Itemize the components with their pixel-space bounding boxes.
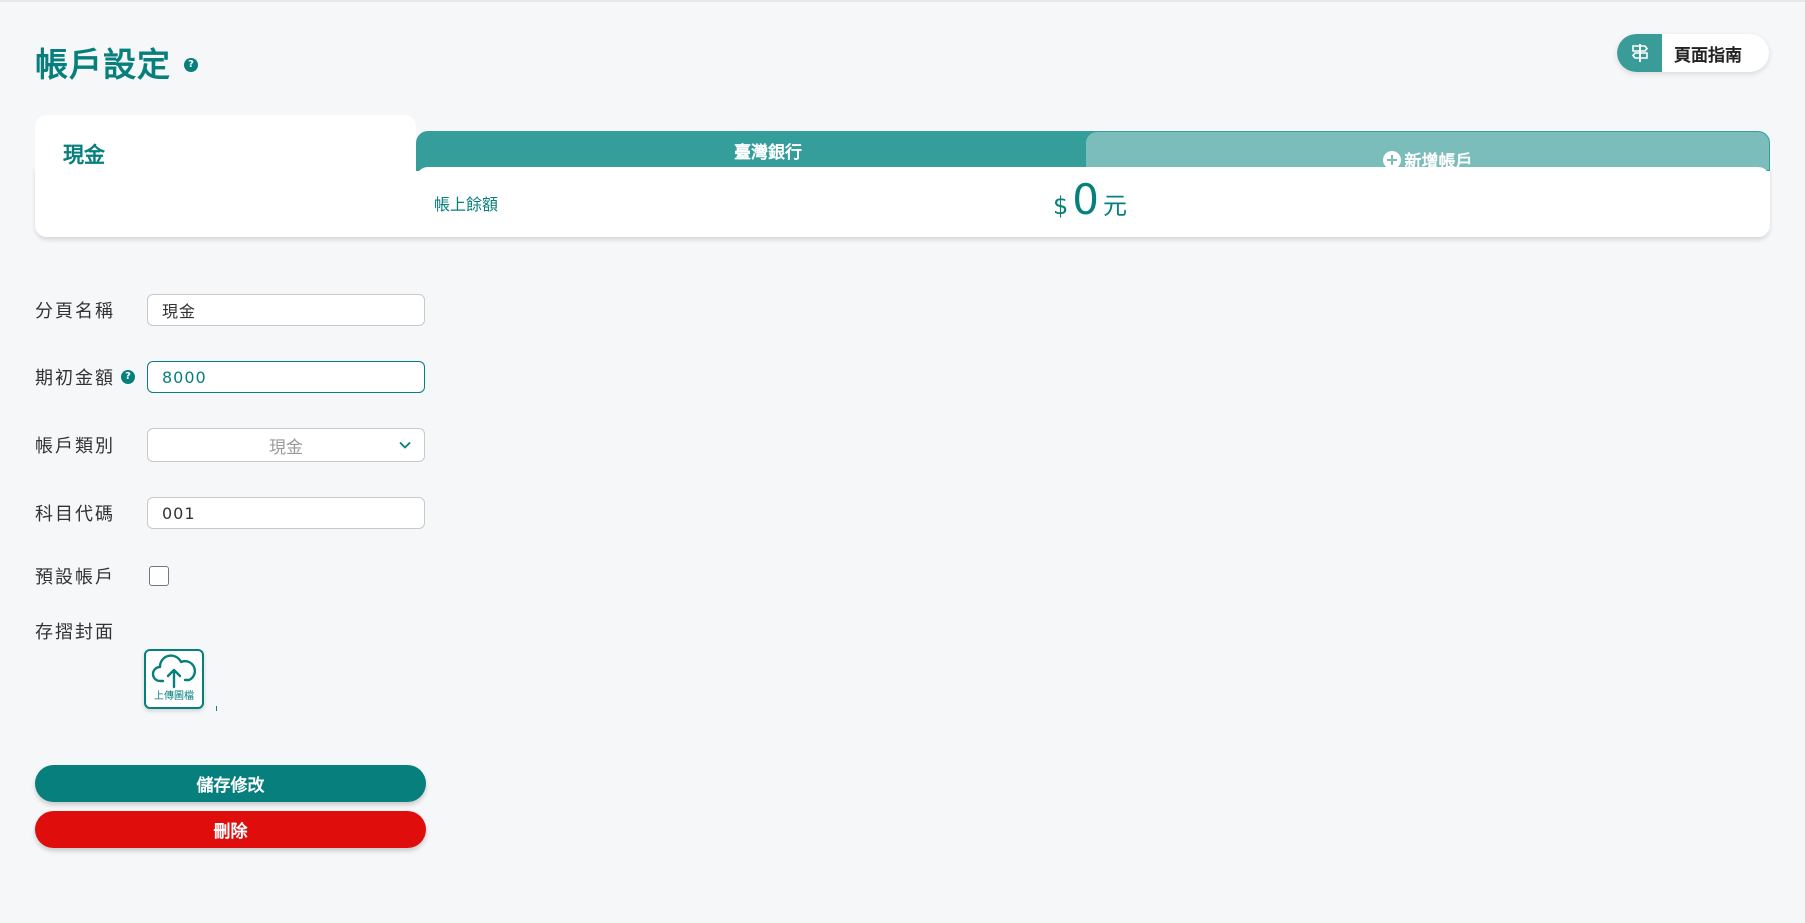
balance-panel: 帳上餘額 $ 0 元: [416, 167, 1770, 237]
upload-image-button[interactable]: 上傳圖檔: [144, 649, 204, 709]
delete-button[interactable]: 刪除: [35, 811, 426, 848]
tab-name-label: 分頁名稱: [35, 297, 147, 323]
tab-taiwan-bank-label: 臺灣銀行: [734, 143, 802, 163]
balance-value: 0: [1072, 175, 1100, 224]
tab-cash[interactable]: 現金: [35, 115, 416, 237]
tab-taiwan-bank[interactable]: 臺灣銀行: [416, 131, 1120, 171]
account-type-select[interactable]: 現金: [147, 428, 425, 462]
tab-cash-label: 現金: [63, 143, 105, 167]
question-circle-icon[interactable]: ?: [121, 370, 135, 384]
passbook-cover-label: 存摺封面: [35, 618, 147, 644]
row-passbook-cover: 存摺封面: [35, 618, 147, 644]
passbook-cover-label-text: 存摺封面: [35, 622, 115, 643]
question-circle-icon[interactable]: ?: [184, 58, 198, 72]
account-type-value: 現金: [269, 437, 303, 458]
balance-label: 帳上餘額: [434, 195, 499, 214]
initial-amount-label-text: 期初金額: [35, 368, 115, 389]
tab-name-label-text: 分頁名稱: [35, 301, 115, 322]
balance-currency: $: [1053, 192, 1069, 220]
save-button[interactable]: 儲存修改: [35, 765, 426, 802]
upload-label: 上傳圖檔: [154, 691, 194, 702]
page-guide-button[interactable]: 頁面指南: [1617, 34, 1769, 72]
account-type-label-text: 帳戶類別: [35, 436, 115, 457]
tab-name-input[interactable]: [147, 294, 425, 326]
cloud-upload-icon: [151, 654, 196, 689]
subject-code-label-text: 科目代碼: [35, 504, 115, 525]
default-account-checkbox[interactable]: [149, 566, 169, 586]
top-border: [0, 0, 1805, 2]
upload-indicator: [216, 706, 217, 711]
account-type-label: 帳戶類別: [35, 432, 147, 458]
default-account-label: 預設帳戶: [35, 563, 147, 589]
balance-amount: $ 0 元: [1053, 175, 1127, 224]
subject-code-input[interactable]: [147, 497, 425, 529]
balance-unit: 元: [1103, 192, 1128, 220]
row-subject-code: 科目代碼: [35, 497, 425, 529]
initial-amount-label: 期初金額 ?: [35, 364, 147, 390]
account-card: 現金 臺灣銀行 新增帳戶 帳上餘額 $ 0 元: [35, 115, 1770, 237]
initial-amount-input[interactable]: [147, 361, 425, 393]
tab-add-account[interactable]: 新增帳戶: [1085, 131, 1770, 171]
subject-code-label: 科目代碼: [35, 500, 147, 526]
plus-circle-icon: [1382, 150, 1401, 169]
chevron-down-icon: [399, 441, 411, 449]
page-title: 帳戶設定: [35, 45, 171, 84]
default-account-label-text: 預設帳戶: [35, 567, 115, 588]
row-tab-name: 分頁名稱: [35, 294, 425, 326]
row-default-account: 預設帳戶: [35, 563, 169, 589]
row-account-type: 帳戶類別 現金: [35, 428, 425, 462]
page-guide-label: 頁面指南: [1674, 45, 1742, 66]
signpost-icon: [1617, 34, 1662, 72]
row-initial-amount: 期初金額 ?: [35, 361, 425, 393]
